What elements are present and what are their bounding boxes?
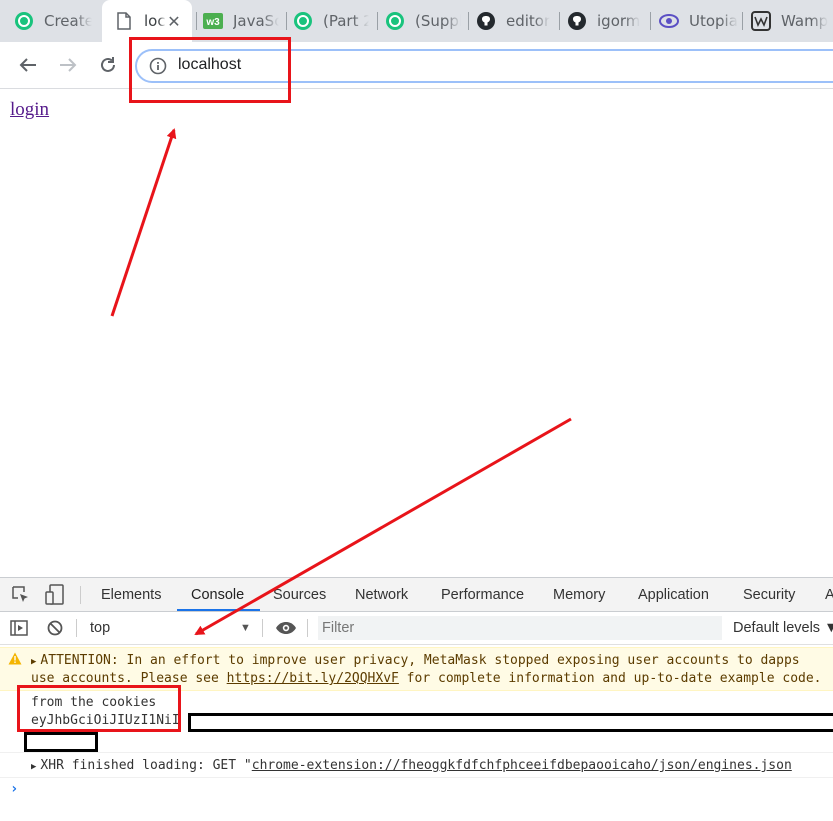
- tab-separator: [742, 12, 743, 30]
- browser-tabstrip: Create loc ✕ w3 JavaSc (Part 2 (Suppl ed…: [0, 0, 833, 42]
- browser-tab-active[interactable]: loc ✕: [102, 0, 192, 42]
- browser-tab[interactable]: igorm: [567, 0, 643, 42]
- console-warning: ▶ ATTENTION: In an effort to improve user…: [0, 647, 833, 691]
- browser-tab[interactable]: Create: [14, 0, 92, 42]
- devtools-separator: [80, 586, 81, 604]
- browser-tab[interactable]: (Part 2: [293, 0, 369, 42]
- clear-console-icon[interactable]: [47, 620, 63, 640]
- browser-tab[interactable]: Utopia: [659, 0, 739, 42]
- warning-icon: [8, 652, 22, 669]
- tab-label: Create: [44, 12, 92, 30]
- devtools-tab-performance[interactable]: Performance: [441, 587, 524, 603]
- devtools-separator: [307, 619, 308, 637]
- tab-label: (Suppl: [415, 12, 461, 30]
- console-output: ▶ ATTENTION: In an effort to improve user…: [0, 645, 833, 821]
- arrow-left-icon: [19, 58, 36, 72]
- expand-triangle-icon[interactable]: ▶: [31, 657, 36, 667]
- wamp-icon: [751, 11, 771, 31]
- sidebar-toggle-icon[interactable]: [10, 620, 28, 640]
- forward-button[interactable]: [54, 51, 82, 79]
- openai-icon: [385, 11, 405, 31]
- tab-separator: [559, 12, 560, 30]
- browser-toolbar: localhost: [0, 42, 833, 89]
- devtools-tab-elements[interactable]: Elements: [101, 587, 161, 603]
- w3schools-icon: w3: [203, 11, 223, 31]
- back-button[interactable]: [14, 51, 42, 79]
- tab-label: Wamp: [781, 12, 829, 30]
- document-icon: [114, 11, 134, 31]
- xhr-link[interactable]: chrome-extension://fheoggkfdfchfphceeifd…: [252, 758, 792, 773]
- devtools-tabbar: Elements Console Sources Network Perform…: [0, 577, 833, 612]
- devtools-separator: [76, 619, 77, 637]
- tab-label: JavaSc: [233, 12, 279, 30]
- warning-link[interactable]: https://bit.ly/2QQHXvF: [227, 671, 399, 686]
- github-icon: [476, 11, 496, 31]
- browser-tab[interactable]: (Suppl: [385, 0, 461, 42]
- tab-separator: [286, 12, 287, 30]
- warning-line-1[interactable]: ▶ ATTENTION: In an effort to improve user…: [31, 653, 800, 668]
- log-levels-dropdown[interactable]: Default levels ▼: [733, 620, 833, 636]
- openai-icon: [293, 11, 313, 31]
- tab-separator: [196, 12, 197, 30]
- annotation-arrow-up: [110, 128, 177, 317]
- login-link[interactable]: login: [10, 99, 49, 121]
- tab-separator: [377, 12, 378, 30]
- close-icon[interactable]: ✕: [164, 11, 184, 31]
- active-tab-indicator: [177, 609, 260, 611]
- devtools-tab-memory[interactable]: Memory: [553, 587, 605, 603]
- devtools-tab-application[interactable]: Application: [638, 587, 709, 603]
- eye-icon[interactable]: [275, 621, 297, 639]
- expand-triangle-icon[interactable]: ▶: [31, 762, 36, 772]
- browser-tab[interactable]: w3 JavaSc: [203, 0, 279, 42]
- tab-label: (Part 2: [323, 12, 369, 30]
- devtools-tab-sources[interactable]: Sources: [273, 587, 326, 603]
- info-icon[interactable]: [149, 57, 167, 75]
- tab-separator: [468, 12, 469, 30]
- xhr-log-text[interactable]: ▶ XHR finished loading: GET "chrome-exten…: [31, 758, 792, 773]
- browser-tab[interactable]: editor: [476, 0, 556, 42]
- warning-line-2: use accounts. Please see https://bit.ly/…: [31, 671, 822, 686]
- devtools-tab-security[interactable]: Security: [743, 587, 795, 603]
- filter-input[interactable]: [318, 616, 722, 640]
- arrow-right-icon: [60, 58, 77, 72]
- devtools-tab-console[interactable]: Console: [191, 587, 244, 603]
- device-toggle-icon[interactable]: [45, 584, 65, 610]
- log-message-1: from the cookies: [31, 695, 157, 710]
- devtools-tab-overflow[interactable]: A: [825, 587, 833, 603]
- chevron-down-icon[interactable]: ▼: [240, 622, 251, 634]
- browser-tab[interactable]: Wamp: [751, 0, 833, 42]
- reload-icon: [101, 57, 115, 72]
- redaction-box: [188, 713, 833, 732]
- console-toolbar: top ▼ Filter Default levels ▼: [0, 612, 833, 645]
- xhr-log: ▶ XHR finished loading: GET "chrome-exten…: [0, 752, 833, 778]
- tab-label: editor: [506, 12, 551, 30]
- tab-label: loc: [144, 12, 166, 30]
- filter-placeholder: Filter: [322, 620, 355, 636]
- devtools-tab-network[interactable]: Network: [355, 587, 408, 603]
- tab-label: Utopia: [689, 12, 738, 30]
- tab-separator: [650, 12, 651, 30]
- redaction-box: [24, 732, 98, 752]
- inspect-element-icon[interactable]: [12, 586, 30, 608]
- devtools-separator: [262, 619, 263, 637]
- openai-icon: [14, 11, 34, 31]
- eye-icon: [659, 11, 679, 31]
- log-message-2: eyJhbGciOiJIUzI1NiI: [31, 713, 180, 728]
- address-text[interactable]: localhost: [178, 56, 241, 74]
- github-icon: [567, 11, 587, 31]
- console-prompt[interactable]: ›: [10, 781, 18, 797]
- tab-label: igorm: [597, 12, 641, 30]
- reload-button[interactable]: [94, 51, 122, 79]
- context-selector[interactable]: top: [90, 620, 110, 636]
- address-bar[interactable]: localhost: [135, 49, 833, 83]
- svg-text:w3: w3: [205, 17, 220, 28]
